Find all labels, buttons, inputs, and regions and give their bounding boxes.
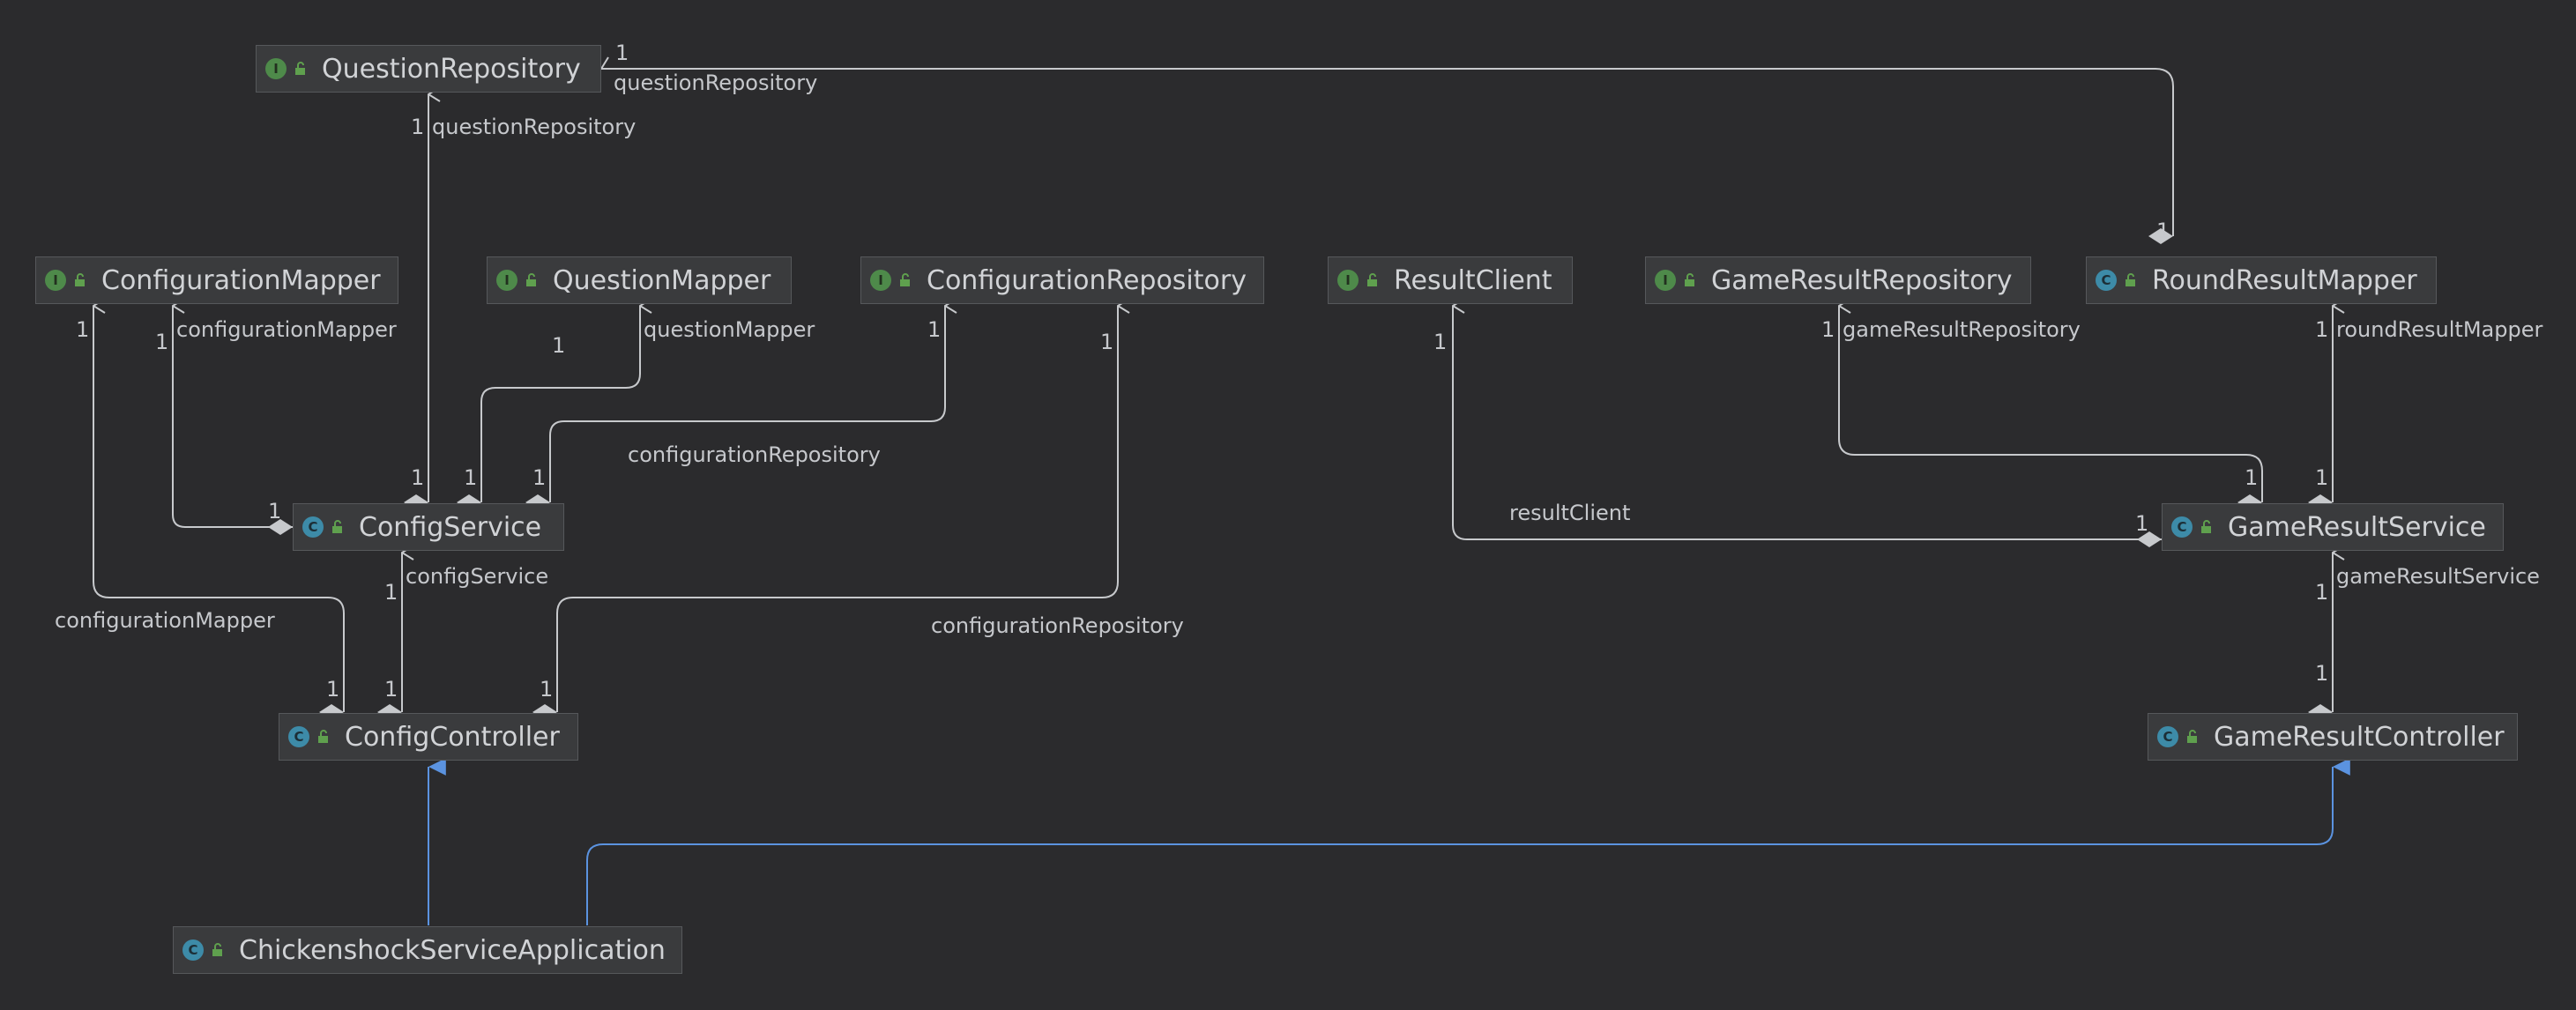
interface-icon: I [265, 58, 287, 79]
node-label: RoundResultMapper [2152, 264, 2417, 296]
multiplicity-label: 1 [615, 41, 629, 65]
interface-icon: I [45, 270, 66, 291]
node-label: ConfigService [359, 511, 542, 543]
multiplicity-label: 1 [552, 333, 566, 358]
edge-role-label: gameResultRepository [1843, 317, 2081, 342]
lock-open-icon [1367, 273, 1377, 286]
multiplicity-label: 1 [326, 677, 340, 702]
edge-role-label: configurationRepository [628, 442, 881, 467]
edge-configcontroller-configurationrepository [557, 306, 1118, 712]
node-round-result-mapper[interactable]: C RoundResultMapper [2086, 256, 2437, 304]
interface-icon: I [1655, 270, 1676, 291]
multiplicity-label: 1 [268, 499, 282, 524]
node-label: ConfigurationMapper [101, 264, 381, 296]
edge-roundresultmapper-questionrepository [601, 69, 2174, 236]
edge-role-label: roundResultMapper [2336, 317, 2543, 342]
multiplicity-label: 1 [384, 677, 398, 702]
node-label: ConfigurationRepository [927, 264, 1247, 296]
multiplicity-label: 1 [384, 580, 398, 605]
node-label: GameResultRepository [1711, 264, 2013, 296]
multiplicity-label: 1 [2156, 219, 2170, 243]
lock-open-icon [75, 273, 85, 286]
edge-role-label: questionRepository [614, 71, 818, 95]
edge-role-label: configurationRepository [931, 613, 1184, 638]
class-icon: C [2096, 270, 2117, 291]
node-game-result-repository[interactable]: I GameResultRepository [1645, 256, 2031, 304]
multiplicity-label: 1 [76, 317, 90, 342]
node-game-result-controller[interactable]: C GameResultController [2148, 713, 2518, 761]
class-icon: C [288, 726, 309, 747]
edge-role-label: questionRepository [432, 115, 637, 139]
interface-icon: I [496, 270, 517, 291]
lock-open-icon [526, 273, 536, 286]
class-icon: C [2157, 726, 2178, 747]
lock-open-icon [900, 273, 910, 286]
edge-application-extends-gameresultcontroller [586, 758, 2350, 925]
lock-open-icon [1685, 273, 1694, 286]
class-icon: C [2171, 516, 2193, 538]
multiplicity-label: 1 [2315, 465, 2329, 490]
node-label: ChickenshockServiceApplication [239, 934, 666, 966]
node-configuration-repository[interactable]: I ConfigurationRepository [860, 256, 1264, 304]
multiplicity-label: 1 [1821, 317, 1835, 342]
node-label: QuestionRepository [322, 53, 581, 85]
multiplicity-label: 1 [2135, 511, 2149, 536]
node-label: ConfigController [345, 721, 560, 753]
class-icon: C [302, 516, 324, 538]
lock-open-icon [2187, 730, 2197, 743]
interface-icon: I [870, 270, 891, 291]
node-chickenshock-service-application[interactable]: C ChickenshockServiceApplication [173, 926, 682, 974]
application-class-icon: C [182, 939, 204, 961]
multiplicity-label: 1 [540, 677, 554, 702]
node-configuration-mapper[interactable]: I ConfigurationMapper [35, 256, 398, 304]
node-label: GameResultService [2228, 511, 2486, 543]
multiplicity-label: 1 [411, 115, 425, 139]
multiplicity-label: 1 [2315, 661, 2329, 686]
multiplicity-label: 1 [532, 465, 547, 490]
multiplicity-label: 1 [2245, 465, 2259, 490]
node-config-service[interactable]: C ConfigService [293, 503, 564, 551]
multiplicity-label: 1 [155, 330, 169, 354]
lock-open-icon [2126, 273, 2135, 286]
lock-open-icon [295, 62, 305, 75]
lock-open-icon [2201, 520, 2211, 533]
edge-role-label: configService [406, 564, 549, 589]
multiplicity-label: 1 [411, 465, 425, 490]
edge-role-label: configurationMapper [176, 317, 397, 342]
node-question-mapper[interactable]: I QuestionMapper [487, 256, 792, 304]
interface-icon: I [1337, 270, 1359, 291]
lock-open-icon [212, 943, 222, 956]
multiplicity-label: 1 [1100, 330, 1114, 354]
node-label: QuestionMapper [553, 264, 771, 296]
node-config-controller[interactable]: C ConfigController [279, 713, 578, 761]
node-result-client[interactable]: I ResultClient [1328, 256, 1573, 304]
node-question-repository[interactable]: I QuestionRepository [256, 45, 601, 93]
edge-role-label: questionMapper [644, 317, 815, 342]
node-game-result-service[interactable]: C GameResultService [2162, 503, 2504, 551]
multiplicity-label: 1 [2315, 580, 2329, 605]
multiplicity-label: 1 [1433, 330, 1448, 354]
lock-open-icon [318, 730, 328, 743]
edge-role-label: resultClient [1509, 501, 1631, 525]
multiplicity-label: 1 [2315, 317, 2329, 342]
multiplicity-label: 1 [464, 465, 478, 490]
multiplicity-label: 1 [927, 317, 942, 342]
lock-open-icon [332, 520, 342, 533]
node-label: GameResultController [2214, 721, 2505, 753]
node-label: ResultClient [1394, 264, 1552, 296]
edge-role-label: configurationMapper [55, 608, 275, 633]
edge-role-label: gameResultService [2336, 564, 2540, 589]
